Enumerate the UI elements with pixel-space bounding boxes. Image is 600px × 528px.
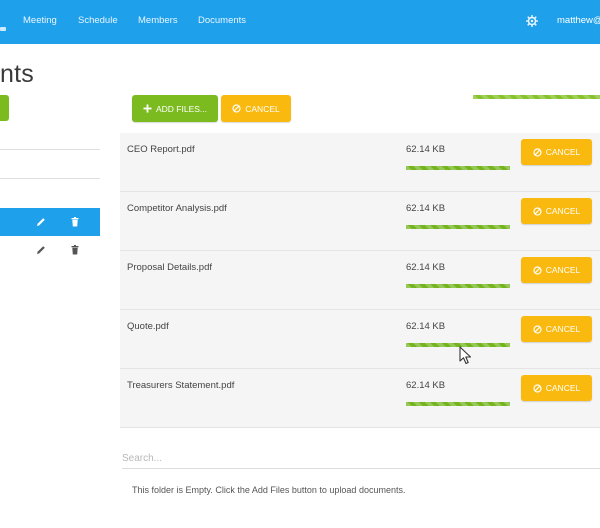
top-navbar: Meeting Schedule Members Documents matth… xyxy=(0,0,600,44)
sidebar-divider xyxy=(0,149,100,150)
file-cancel-button[interactable]: CANCEL xyxy=(521,139,592,165)
file-size: 62.14 KB xyxy=(406,144,446,155)
pencil-icon[interactable] xyxy=(35,243,47,255)
file-cancel-label: CANCEL xyxy=(545,147,581,157)
file-name: Treasurers Statement.pdf xyxy=(127,380,235,391)
ban-icon xyxy=(533,265,542,275)
file-progress-fill xyxy=(406,402,510,406)
file-progress-bar xyxy=(406,225,510,229)
file-progress-fill xyxy=(406,166,510,170)
gear-icon[interactable] xyxy=(525,14,539,28)
file-row: Proposal Details.pdf 62.14 KB CANCEL xyxy=(120,251,600,310)
page-title: nts xyxy=(0,60,34,88)
search-input[interactable] xyxy=(122,449,600,469)
add-files-button[interactable]: ADD FILES... xyxy=(132,95,218,122)
trash-icon[interactable] xyxy=(69,243,81,255)
file-cancel-button[interactable]: CANCEL xyxy=(521,257,592,283)
mouse-pointer-icon xyxy=(459,346,473,366)
file-progress-bar xyxy=(406,402,510,406)
add-files-label: ADD FILES... xyxy=(155,103,207,114)
nav-item-documents[interactable]: Documents xyxy=(198,15,246,26)
nav-item-members[interactable]: Members xyxy=(138,15,178,26)
file-cancel-button[interactable]: CANCEL xyxy=(521,198,592,224)
nav-item-meeting[interactable]: Meeting xyxy=(23,15,57,26)
folder-row-selected[interactable] xyxy=(0,208,100,236)
sidebar-divider xyxy=(0,178,100,179)
file-progress-fill xyxy=(406,343,510,347)
file-cancel-label: CANCEL xyxy=(545,265,581,275)
file-progress-bar xyxy=(406,343,510,347)
cancel-all-button[interactable]: CANCEL xyxy=(221,95,291,122)
file-progress-fill xyxy=(406,225,510,229)
file-progress-fill xyxy=(406,284,510,288)
pencil-icon[interactable] xyxy=(35,215,47,227)
file-name: Quote.pdf xyxy=(127,321,169,332)
file-cancel-button[interactable]: CANCEL xyxy=(521,316,592,342)
cancel-all-label: CANCEL xyxy=(245,103,280,114)
file-progress-bar xyxy=(406,166,510,170)
file-cancel-label: CANCEL xyxy=(545,383,581,393)
file-name: Proposal Details.pdf xyxy=(127,262,213,273)
file-size: 62.14 KB xyxy=(406,203,446,214)
file-cancel-label: CANCEL xyxy=(545,206,581,216)
ban-icon xyxy=(533,147,542,157)
file-cancel-button[interactable]: CANCEL xyxy=(521,375,592,401)
user-menu[interactable]: matthew@ xyxy=(557,15,600,26)
file-name: CEO Report.pdf xyxy=(127,144,195,155)
ban-icon xyxy=(232,104,241,113)
new-folder-button[interactable] xyxy=(0,95,9,121)
empty-folder-message: This folder is Empty. Click the Add File… xyxy=(132,485,406,495)
total-upload-progress xyxy=(473,95,600,99)
file-cancel-label: CANCEL xyxy=(545,324,581,334)
file-progress-bar xyxy=(406,284,510,288)
file-name: Competitor Analysis.pdf xyxy=(127,203,227,214)
file-size: 62.14 KB xyxy=(406,380,446,391)
ban-icon xyxy=(533,324,542,334)
file-row: Competitor Analysis.pdf 62.14 KB CANCEL xyxy=(120,192,600,251)
nav-item-schedule[interactable]: Schedule xyxy=(78,15,118,26)
plus-icon xyxy=(143,104,152,113)
ban-icon xyxy=(533,383,542,393)
file-row: Quote.pdf 62.14 KB CANCEL xyxy=(120,310,600,369)
trash-icon[interactable] xyxy=(69,215,81,227)
file-size: 62.14 KB xyxy=(406,262,446,273)
brand-logo-edge[interactable] xyxy=(0,27,6,31)
file-size: 62.14 KB xyxy=(406,321,446,332)
ban-icon xyxy=(533,206,542,216)
file-row: CEO Report.pdf 62.14 KB CANCEL xyxy=(120,133,600,192)
file-row: Treasurers Statement.pdf 62.14 KB CANCEL xyxy=(120,369,600,428)
